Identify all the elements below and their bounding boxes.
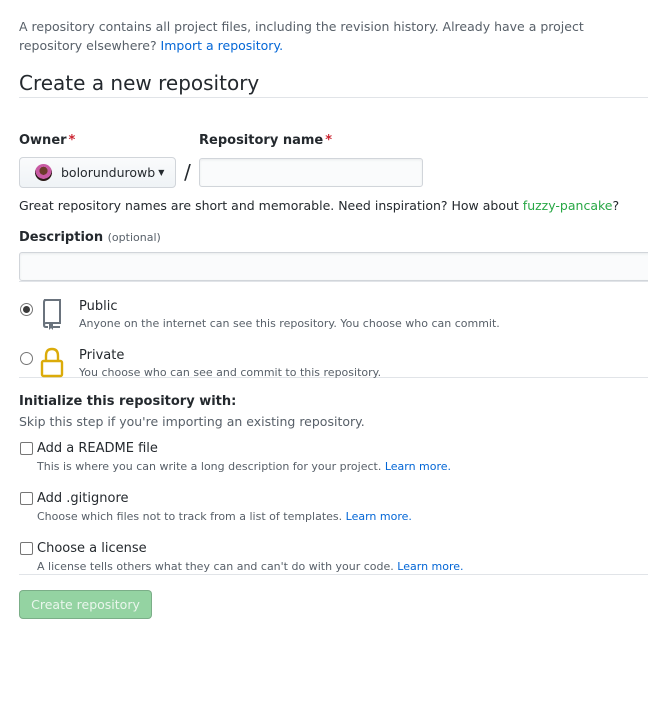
description-optional: (optional): [107, 231, 161, 244]
divider: [19, 97, 648, 98]
repository-name-input[interactable]: [199, 157, 423, 187]
private-title: Private: [79, 348, 125, 363]
initialize-title: Initialize this repository with:: [19, 394, 237, 409]
hint-suffix: ?: [612, 198, 620, 213]
license-checkbox[interactable]: [20, 542, 33, 555]
license-title: Choose a license: [37, 541, 147, 556]
gitignore-learn-more-link[interactable]: Learn more.: [346, 510, 412, 523]
repository-name-label-text: Repository name: [199, 133, 324, 148]
gitignore-option[interactable]: Add .gitignore Choose which files not to…: [19, 490, 648, 524]
intro-text: A repository contains all project files,…: [19, 0, 619, 55]
readme-option[interactable]: Add a README file This is where you can …: [19, 440, 648, 474]
license-subtitle: A license tells others what they can and…: [37, 559, 464, 574]
description-label: Description (optional): [19, 229, 648, 247]
license-text: Choose a license A license tells others …: [37, 540, 464, 574]
license-learn-more-link[interactable]: Learn more.: [397, 560, 463, 573]
owner-repo-inputs: bolorundurowb ▼ /: [19, 156, 648, 188]
owner-label: Owner *: [19, 133, 199, 149]
divider: [19, 281, 648, 282]
readme-text: Add a README file This is where you can …: [37, 440, 451, 474]
initialize-subtitle: Skip this step if you're importing an ex…: [19, 414, 365, 429]
readme-subtitle: This is where you can write a long descr…: [37, 459, 451, 474]
owner-repo-labels: Owner * Repository name *: [19, 133, 648, 149]
hint-prefix: Great repository names are short and mem…: [19, 198, 523, 213]
visibility-private-option[interactable]: Private You choose who can see and commi…: [19, 347, 648, 380]
owner-dropdown[interactable]: bolorundurowb ▼: [19, 156, 176, 188]
intro-description: A repository contains all project files,…: [19, 19, 584, 53]
import-repository-link[interactable]: Import a repository.: [161, 38, 284, 53]
private-radio[interactable]: [20, 352, 33, 365]
new-repository-form: A repository contains all project files,…: [0, 0, 648, 619]
readme-learn-more-link[interactable]: Learn more.: [385, 460, 451, 473]
visibility-public-option[interactable]: Public Anyone on the internet can see th…: [19, 298, 648, 330]
gitignore-subtitle: Choose which files not to track from a l…: [37, 509, 412, 524]
readme-checkbox[interactable]: [20, 442, 33, 455]
public-radio[interactable]: [20, 303, 33, 316]
divider: [19, 574, 648, 575]
owner-required-mark: *: [68, 133, 76, 148]
private-subtitle: You choose who can see and commit to thi…: [79, 366, 382, 379]
gitignore-title: Add .gitignore: [37, 491, 129, 506]
gitignore-checkbox[interactable]: [20, 492, 33, 505]
repository-name-label: Repository name *: [199, 133, 332, 149]
owner-avatar: [35, 163, 52, 181]
license-subtitle-text: A license tells others what they can and…: [37, 560, 398, 573]
public-title: Public: [79, 299, 118, 314]
public-subtitle: Anyone on the internet can see this repo…: [79, 317, 500, 330]
gitignore-subtitle-text: Choose which files not to track from a l…: [37, 510, 346, 523]
repository-name-required-mark: *: [325, 133, 333, 148]
readme-title: Add a README file: [37, 441, 158, 456]
chevron-down-icon: ▼: [158, 167, 165, 177]
gitignore-text: Add .gitignore Choose which files not to…: [37, 490, 412, 524]
private-text: Private You choose who can see and commi…: [79, 347, 381, 380]
page-title: Create a new repository: [19, 71, 260, 95]
description-label-text: Description: [19, 230, 104, 245]
owner-value: bolorundurowb: [61, 164, 156, 180]
lock-icon: [40, 347, 64, 378]
name-hint: Great repository names are short and mem…: [19, 197, 648, 215]
public-text: Public Anyone on the internet can see th…: [79, 298, 500, 331]
license-option[interactable]: Choose a license A license tells others …: [19, 540, 648, 574]
owner-repo-separator: /: [184, 160, 191, 184]
create-repository-button[interactable]: Create repository: [19, 590, 152, 619]
description-input[interactable]: [19, 252, 648, 281]
name-suggestion[interactable]: fuzzy-pancake: [523, 198, 613, 213]
repo-book-icon: [42, 299, 61, 330]
owner-label-text: Owner: [19, 133, 67, 148]
readme-subtitle-text: This is where you can write a long descr…: [37, 460, 385, 473]
